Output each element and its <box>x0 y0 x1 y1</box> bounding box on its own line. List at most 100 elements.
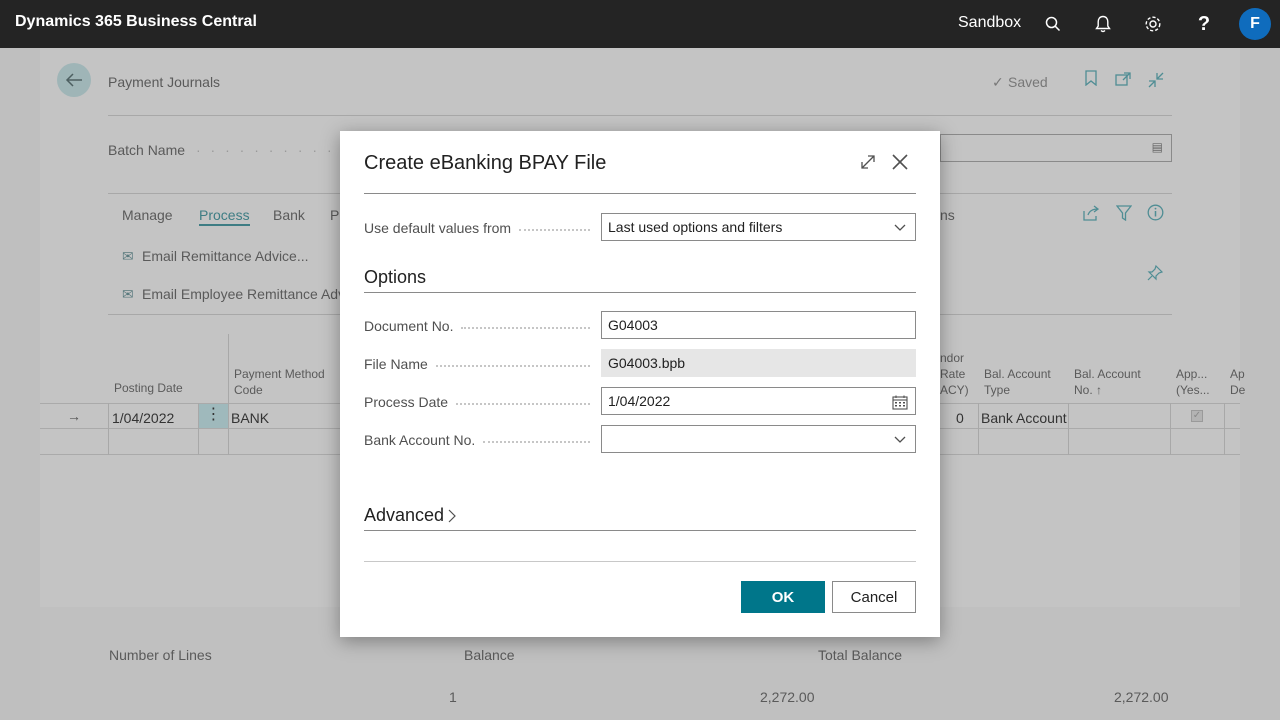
avatar[interactable]: F <box>1239 8 1271 40</box>
cell-divider <box>228 334 229 455</box>
balance-value: 2,272.00 <box>760 689 815 705</box>
search-icon[interactable] <box>1041 12 1065 36</box>
column-header-bal-account-no-line2: No. ↑ <box>1074 383 1103 397</box>
share-icon[interactable] <box>1083 205 1100 224</box>
open-new-window-icon[interactable] <box>1115 72 1131 89</box>
column-header-bal-account-type[interactable]: Bal. Account <box>984 367 1051 381</box>
tab-manage[interactable]: Manage <box>122 207 173 223</box>
file-name-label-text: File Name <box>364 356 428 372</box>
dotted-leader <box>519 229 590 231</box>
footer-divider <box>364 561 916 562</box>
column-header-ap[interactable]: Ap <box>1230 367 1245 381</box>
column-header-posting-date[interactable]: Posting Date <box>114 381 183 395</box>
pin-icon[interactable] <box>1147 264 1164 284</box>
posting-date-cell[interactable]: 1/04/2022 <box>112 410 174 426</box>
row-arrow-icon: → <box>67 408 81 424</box>
file-name-field: G04003.bpb <box>601 349 916 377</box>
envelope-icon: ✉ <box>122 248 134 264</box>
defaults-select[interactable]: Last used options and filters <box>601 213 916 241</box>
info-icon[interactable] <box>1147 204 1164 224</box>
defaults-label-text: Use default values from <box>364 220 512 236</box>
balance-label: Balance <box>464 647 515 663</box>
advanced-divider <box>364 530 916 531</box>
number-of-lines-value: 1 <box>449 689 457 705</box>
tab-bank[interactable]: Bank <box>273 207 305 223</box>
ok-button[interactable]: OK <box>741 581 825 613</box>
calendar-icon[interactable] <box>891 393 909 411</box>
column-header-payment-method-line2: Code <box>234 383 263 397</box>
app-title[interactable]: Dynamics 365 Business Central <box>15 13 257 31</box>
create-ebanking-dialog: Create eBanking BPAY File Use default va… <box>340 131 940 637</box>
back-button[interactable] <box>57 63 91 97</box>
dotted-leader <box>461 327 590 329</box>
column-header-applies[interactable]: App... <box>1176 367 1207 381</box>
process-date-label-text: Process Date <box>364 394 449 410</box>
close-icon[interactable] <box>889 151 911 173</box>
top-app-bar: Dynamics 365 Business Central Sandbox ? … <box>0 0 1280 48</box>
chevron-down-icon <box>891 431 909 449</box>
bal-account-type-cell[interactable]: Bank Account <box>981 410 1067 426</box>
advanced-section-title: Advanced <box>364 505 445 525</box>
cancel-button[interactable]: Cancel <box>832 581 916 613</box>
gear-icon[interactable] <box>1141 12 1165 36</box>
batch-name-field[interactable]: ▤ <box>940 134 1172 162</box>
cell-divider <box>108 403 109 455</box>
defaults-select-value: Last used options and filters <box>608 219 783 235</box>
column-header-bal-account-type-line2: Type <box>984 383 1011 397</box>
tab-actions-fragment[interactable]: ns <box>940 207 955 223</box>
action-email-remittance[interactable]: Email Remittance Advice... <box>142 248 309 264</box>
bookmark-icon[interactable] <box>1085 70 1097 91</box>
process-date-value: 1/04/2022 <box>608 393 671 409</box>
divider <box>108 115 1172 116</box>
column-header-bal-account-no[interactable]: Bal. Account <box>1074 367 1141 381</box>
document-no-input[interactable]: G04003 <box>601 311 916 339</box>
process-date-label: Process Date <box>364 388 592 416</box>
saved-status: Saved <box>1008 74 1048 90</box>
process-date-input[interactable]: 1/04/2022 <box>601 387 916 415</box>
bank-account-no-label-text: Bank Account No. <box>364 432 476 448</box>
chevron-right-icon <box>448 509 456 523</box>
bank-account-no-select[interactable] <box>601 425 916 453</box>
chevron-down-icon <box>891 219 909 237</box>
total-balance-label: Total Balance <box>818 647 903 663</box>
payment-method-cell[interactable]: BANK <box>231 410 269 426</box>
action-email-employee-remittance[interactable]: Email Employee Remittance Adv <box>142 286 345 302</box>
dotted-leader: · · · · · · · · · · <box>196 142 335 158</box>
collapse-icon[interactable] <box>1148 72 1164 91</box>
bell-icon[interactable] <box>1091 12 1115 36</box>
column-header-applies-line2: (Yes... <box>1176 383 1210 397</box>
row-menu-button[interactable]: ⋮ <box>199 404 228 428</box>
options-section-title[interactable]: Options <box>364 267 426 288</box>
document-no-label: Document No. <box>364 312 592 340</box>
dotted-leader <box>435 365 590 367</box>
cell-divider <box>978 403 979 455</box>
check-icon: ✓ <box>992 74 1004 90</box>
expand-icon[interactable] <box>857 151 879 173</box>
dotted-leader <box>456 403 590 405</box>
dotted-leader <box>483 441 590 443</box>
page-title: Payment Journals <box>108 74 221 90</box>
tab-process[interactable]: Process <box>199 207 250 226</box>
advanced-section-toggle[interactable]: Advanced <box>364 505 456 526</box>
cell-divider <box>1224 403 1225 455</box>
bank-account-no-label: Bank Account No. <box>364 426 592 454</box>
lookup-icon[interactable]: ▤ <box>1152 140 1163 154</box>
batch-name-label: Batch Name <box>108 142 186 158</box>
file-name-value: G04003.bpb <box>608 355 686 371</box>
document-no-label-text: Document No. <box>364 318 454 334</box>
column-header-vendor[interactable]: ndor <box>940 351 964 365</box>
column-header-vendor-line3: ACY) <box>940 383 969 397</box>
cell-divider <box>1170 403 1171 455</box>
vendor-rate-cell[interactable]: 0 <box>956 410 964 426</box>
help-icon[interactable]: ? <box>1192 12 1216 36</box>
document-no-value: G04003 <box>608 317 658 333</box>
cell-divider <box>1068 403 1069 455</box>
file-name-label: File Name <box>364 350 592 378</box>
defaults-label: Use default values from <box>364 214 592 242</box>
number-of-lines-label: Number of Lines <box>109 647 212 663</box>
total-balance-value: 2,272.00 <box>1114 689 1169 705</box>
column-header-payment-method[interactable]: Payment Method <box>234 367 325 381</box>
filter-icon[interactable] <box>1115 205 1133 224</box>
column-header-ap-line2: De <box>1230 383 1246 397</box>
applies-checkbox[interactable]: ✓ <box>1191 410 1203 422</box>
